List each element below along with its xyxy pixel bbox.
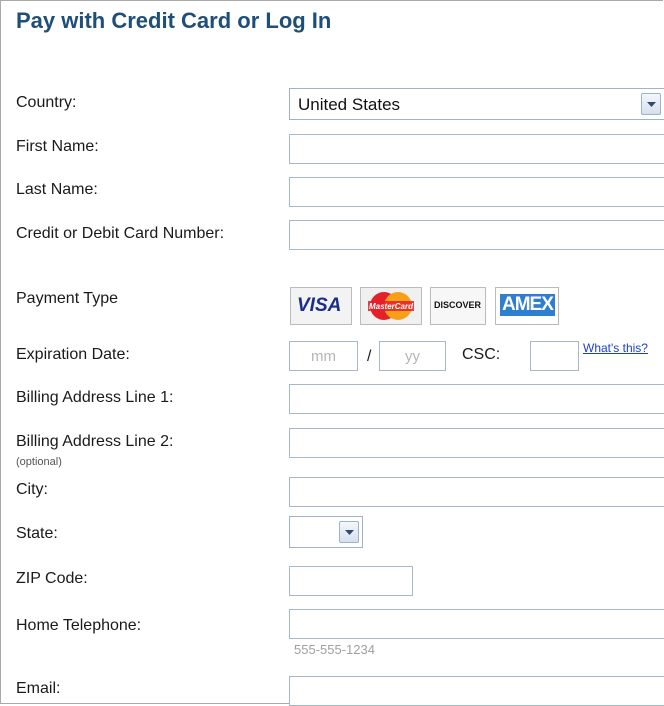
- date-separator: /: [367, 348, 372, 365]
- csc-input[interactable]: [530, 341, 579, 371]
- amex-logo: AMEX: [495, 287, 559, 325]
- phone-input[interactable]: [289, 609, 664, 639]
- city-input[interactable]: [289, 477, 664, 507]
- country-label: Country:: [16, 94, 77, 111]
- mastercard-text: MasterCard: [369, 302, 414, 311]
- expiration-month-input[interactable]: mm: [289, 341, 358, 371]
- first-name-input[interactable]: [289, 134, 664, 164]
- visa-logo: VISA: [290, 287, 352, 325]
- card-number-input[interactable]: [289, 220, 664, 250]
- optional-note: (optional): [16, 456, 62, 468]
- country-value: United States: [298, 95, 401, 114]
- chevron-down-icon[interactable]: [339, 521, 359, 543]
- chevron-down-icon[interactable]: [641, 93, 661, 115]
- state-label: State:: [16, 525, 58, 542]
- expiration-year-input[interactable]: yy: [379, 341, 446, 371]
- state-select[interactable]: [289, 516, 363, 548]
- page-title: Pay with Credit Card or Log In: [16, 8, 332, 33]
- country-select[interactable]: United States: [289, 88, 664, 120]
- phone-label: Home Telephone:: [16, 617, 142, 634]
- last-name-label: Last Name:: [16, 181, 98, 198]
- address1-input[interactable]: [289, 384, 664, 414]
- email-input[interactable]: [289, 676, 664, 706]
- card-number-label: Credit or Debit Card Number:: [16, 225, 225, 242]
- address2-input[interactable]: [289, 428, 664, 458]
- whats-this-link[interactable]: What's this?: [583, 341, 648, 355]
- month-placeholder: mm: [311, 348, 336, 365]
- payment-type-label: Payment Type: [16, 290, 118, 307]
- zip-label: ZIP Code:: [16, 570, 88, 587]
- mastercard-logo: MasterCard: [360, 287, 422, 325]
- email-label: Email:: [16, 680, 61, 697]
- zip-input[interactable]: [289, 566, 413, 596]
- address1-label: Billing Address Line 1:: [16, 389, 174, 406]
- expiration-label: Expiration Date:: [16, 346, 130, 363]
- year-placeholder: yy: [405, 348, 420, 365]
- phone-hint: 555-555-1234: [294, 642, 375, 657]
- city-label: City:: [16, 481, 48, 498]
- last-name-input[interactable]: [289, 177, 664, 207]
- discover-logo: DISCOVER: [430, 287, 486, 325]
- first-name-label: First Name:: [16, 138, 99, 155]
- address2-label: Billing Address Line 2:: [16, 433, 174, 450]
- csc-label: CSC:: [462, 346, 501, 363]
